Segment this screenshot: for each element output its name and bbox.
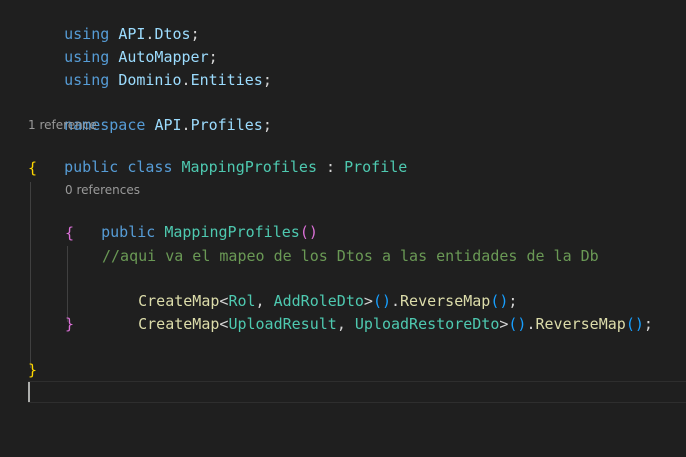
- namespace-name: Profiles: [190, 116, 263, 134]
- code-line-createmap-rol: CreateMap<Rol, AddRoleDto>().ReverseMap(…: [138, 292, 518, 310]
- namespace-name: API: [154, 116, 182, 134]
- class-name: MappingProfiles: [181, 158, 317, 176]
- keyword: public: [101, 223, 156, 241]
- base-class-name: Profile: [344, 158, 408, 176]
- namespace-name: Dominio: [118, 71, 182, 89]
- codelens-class-references[interactable]: 1 reference: [28, 116, 97, 134]
- class-open-brace: {: [28, 159, 38, 177]
- current-line-highlight: [28, 381, 686, 403]
- code-comment: //aqui va el mapeo de los Dtos a las ent…: [102, 247, 599, 265]
- constructor-close-brace: }: [65, 315, 75, 333]
- keyword: using: [64, 71, 110, 89]
- method-name: CreateMap: [138, 315, 220, 333]
- indent-guide: [30, 182, 31, 368]
- namespace-name: Entities: [190, 71, 263, 89]
- keyword: public: [64, 158, 119, 176]
- code-line-using-dtos: using API.Dtos;: [64, 25, 200, 43]
- code-line-using-automapper: using AutoMapper;: [64, 48, 218, 66]
- code-editor[interactable]: using API.Dtos; using AutoMapper; using …: [0, 0, 686, 457]
- constructor-name: MappingProfiles: [164, 223, 300, 241]
- code-line-namespace: namespace API.Profiles;: [64, 116, 272, 134]
- code-line-class-declaration: public class MappingProfiles : Profile: [64, 158, 408, 176]
- code-line-createmap-upload: CreateMap<UploadResult, UploadRestoreDto…: [138, 315, 653, 333]
- type-name: UploadResult: [228, 315, 337, 333]
- codelens-constructor-references[interactable]: 0 references: [65, 181, 140, 199]
- class-close-brace: }: [28, 361, 38, 379]
- keyword: class: [127, 158, 173, 176]
- code-line-constructor: public MappingProfiles(): [101, 223, 318, 241]
- text-cursor: [28, 382, 30, 402]
- constructor-open-brace: {: [65, 224, 75, 242]
- method-name: ReverseMap: [535, 315, 626, 333]
- code-line-using-entities: using Dominio.Entities;: [64, 71, 272, 89]
- type-name: UploadRestoreDto: [354, 315, 500, 333]
